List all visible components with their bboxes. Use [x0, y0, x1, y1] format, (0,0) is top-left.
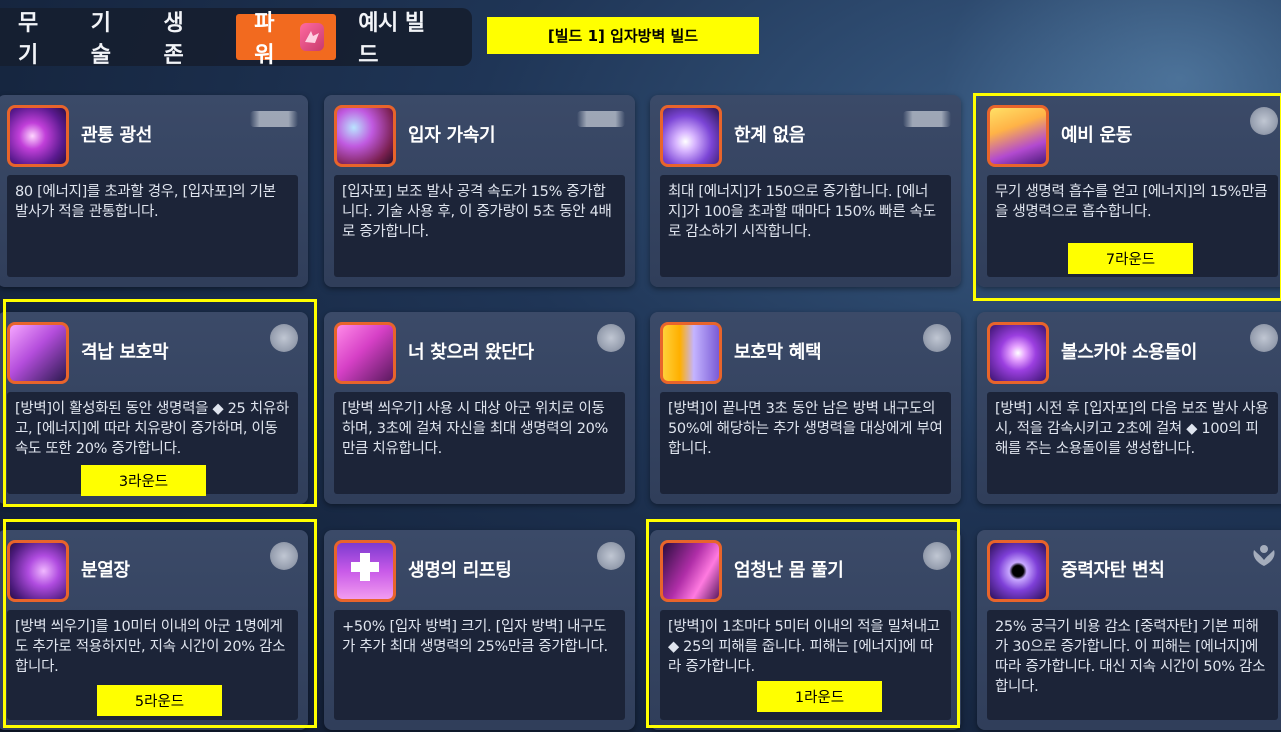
- orb-badge-icon: [1250, 324, 1278, 352]
- tab-label: 기술: [90, 11, 111, 68]
- power-icon-image: [7, 105, 69, 167]
- power-description: [입자포] 보조 발사 공격 속도가 15% 증가합니다. 기술 사용 후, 이…: [334, 175, 625, 277]
- tab-label: 무기: [18, 11, 38, 68]
- power-card[interactable]: 관통 광선 80 [에너지]를 초과할 경우, [입자포]의 기본 발사가 적을…: [0, 95, 308, 287]
- power-card[interactable]: 생명의 리프팅 +50% [입자 방벽] 크기. [입자 방벽] 내구도가 추가…: [324, 530, 635, 730]
- power-icon-image: [7, 540, 69, 602]
- category-tab-bar: 무기 기술 생존 파워 예시 빌드: [0, 8, 472, 68]
- power-card[interactable]: 볼스카야 소용돌이 [방벽] 시전 후 [입자포]의 다음 보조 발사 사용 시…: [977, 312, 1281, 504]
- ultimate-type-icon: [1250, 542, 1278, 568]
- power-card[interactable]: 너 찾으러 왔단다 [방벽 씌우기] 사용 시 대상 아군 위치로 이동하며, …: [324, 312, 635, 504]
- weapon-type-icon: [250, 111, 298, 127]
- tab-label: 예시 빌드: [358, 11, 425, 68]
- power-card[interactable]: 중력자탄 변칙 25% 궁극기 비용 감소 [중력자탄] 기본 피해가 30으로…: [977, 530, 1281, 730]
- power-description: [방벽 씌우기] 사용 시 대상 아군 위치로 이동하며, 3초에 걸쳐 자신을…: [334, 392, 625, 494]
- power-title: 엄청난 몸 풀기: [734, 560, 844, 581]
- orb-badge-icon: [923, 324, 951, 352]
- orb-badge-icon: [270, 324, 298, 352]
- tab-weapon[interactable]: 무기: [18, 11, 53, 68]
- power-title: 너 찾으러 왔단다: [408, 342, 534, 363]
- round-label: 1라운드: [757, 681, 882, 712]
- power-title: 관통 광선: [81, 125, 153, 146]
- power-title: 생명의 리프팅: [408, 560, 512, 581]
- tab-example-build[interactable]: 예시 빌드: [358, 11, 434, 68]
- power-icon-image: [987, 540, 1049, 602]
- power-description: 최대 [에너지]가 150으로 증가합니다. [에너지]가 100을 초과할 때…: [660, 175, 951, 277]
- power-title: 입자 가속기: [408, 125, 496, 146]
- power-description: 80 [에너지]를 초과할 경우, [입자포]의 기본 발사가 적을 관통합니다…: [7, 175, 298, 277]
- orb-badge-icon: [1250, 107, 1278, 135]
- power-icon-image: [334, 105, 396, 167]
- power-title: 예비 운동: [1061, 125, 1133, 146]
- power-title: 보호막 혜택: [734, 342, 822, 363]
- power-title: 분열장: [81, 560, 130, 581]
- tab-label: 생존: [163, 11, 184, 68]
- power-icon-image: [660, 322, 722, 384]
- power-description: +50% [입자 방벽] 크기. [입자 방벽] 내구도가 추가 최대 생명력의…: [334, 610, 625, 720]
- power-title: 한계 없음: [734, 125, 806, 146]
- power-description: [방벽] 시전 후 [입자포]의 다음 보조 발사 사용 시, 적을 감속시키고…: [987, 392, 1278, 494]
- power-description: 25% 궁극기 비용 감소 [중력자탄] 기본 피해가 30으로 증가합니다. …: [987, 610, 1278, 720]
- power-icon-image: [660, 540, 722, 602]
- round-label: 7라운드: [1068, 243, 1193, 274]
- tab-label: 파워: [254, 11, 274, 68]
- orb-badge-icon: [923, 542, 951, 570]
- power-card[interactable]: 보호막 혜택 [방벽]이 끝나면 3초 동안 남은 방벽 내구도의 50%에 해…: [650, 312, 961, 504]
- power-icon-image: [987, 105, 1049, 167]
- power-icon-image: [334, 322, 396, 384]
- power-description: [방벽]이 끝나면 3초 동안 남은 방벽 내구도의 50%에 해당하는 추가 …: [660, 392, 951, 494]
- power-card[interactable]: 한계 없음 최대 [에너지]가 150으로 증가합니다. [에너지]가 100을…: [650, 95, 961, 287]
- tab-ability[interactable]: 기술: [91, 11, 126, 68]
- round-label: 3라운드: [81, 465, 206, 496]
- power-icon-image: [7, 322, 69, 384]
- power-icon-image: [334, 540, 396, 602]
- orb-badge-icon: [597, 542, 625, 570]
- weapon-type-icon: [903, 111, 951, 127]
- power-card[interactable]: 입자 가속기 [입자포] 보조 발사 공격 속도가 15% 증가합니다. 기술 …: [324, 95, 635, 287]
- power-title: 격납 보호막: [81, 342, 169, 363]
- power-icon: [300, 23, 325, 51]
- round-label: 5라운드: [97, 685, 222, 716]
- tab-power[interactable]: 파워: [236, 11, 337, 68]
- orb-badge-icon: [597, 324, 625, 352]
- tab-survival[interactable]: 생존: [164, 11, 199, 68]
- build-title-banner: [빌드 1] 입자방벽 빌드: [487, 17, 759, 54]
- plus-icon: [351, 553, 379, 581]
- power-icon-image: [660, 105, 722, 167]
- power-title: 중력자탄 변칙: [1061, 560, 1165, 581]
- weapon-type-icon: [577, 111, 625, 127]
- power-title: 볼스카야 소용돌이: [1061, 342, 1198, 363]
- power-icon-image: [987, 322, 1049, 384]
- orb-badge-icon: [270, 542, 298, 570]
